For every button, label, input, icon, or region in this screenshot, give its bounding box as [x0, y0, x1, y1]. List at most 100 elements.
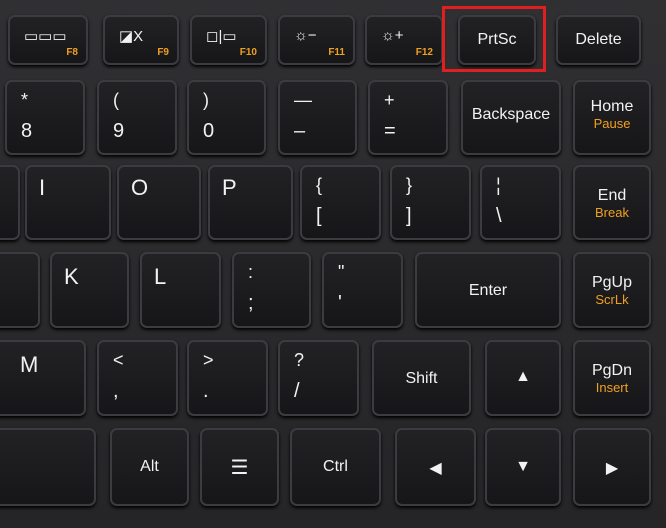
key-label: \: [496, 205, 502, 227]
key-left-bracket[interactable]: {[: [300, 165, 381, 240]
key-label: =: [384, 120, 396, 142]
arrow-left-icon: ◀: [429, 460, 442, 477]
fn-label: F8: [66, 47, 78, 58]
key-pgdn[interactable]: PgDn Insert: [573, 340, 651, 416]
key-label: Delete: [575, 31, 622, 48]
key-shift-label: ?: [294, 350, 305, 370]
key-label: Enter: [468, 282, 508, 299]
key-f11[interactable]: ☼− F11: [278, 15, 355, 65]
arrow-down-icon: ▼: [515, 458, 531, 475]
key-slash[interactable]: ? /: [278, 340, 359, 416]
key-partial[interactable]: [0, 252, 40, 328]
display-mode-icon: ▭▭▭: [24, 28, 67, 45]
key-ctrl[interactable]: Ctrl: [290, 428, 381, 506]
key-k[interactable]: K: [50, 252, 129, 328]
key-label: –: [294, 120, 306, 142]
key-end[interactable]: End Break: [573, 165, 651, 240]
fn-label: F12: [415, 47, 433, 58]
key-alt[interactable]: Alt: [110, 428, 189, 506]
key-label: 8: [21, 120, 33, 142]
key-o[interactable]: O: [117, 165, 201, 240]
key-delete[interactable]: Delete: [556, 15, 641, 65]
keyboard: ▭▭▭ F8 ◪X F9 ◻|▭ F10 ☼− F11 ☼+ F12 PrtSc Dele…: [0, 0, 666, 528]
key-l[interactable]: L: [140, 252, 221, 328]
key-0[interactable]: ) 0: [187, 80, 266, 155]
key-label: End: [597, 187, 627, 204]
key-shift-label: }: [406, 175, 413, 195]
key-enter[interactable]: Enter: [415, 252, 561, 328]
key-label: I: [39, 175, 46, 200]
key-home[interactable]: Home Pause: [573, 80, 651, 155]
key-label: ]: [406, 205, 412, 227]
key-equals[interactable]: + =: [368, 80, 448, 155]
menu-icon: ☰: [230, 457, 249, 479]
key-label: PgDn: [591, 362, 633, 379]
key-arrow-down[interactable]: ▼: [485, 428, 561, 506]
key-fn-label: Break: [595, 205, 629, 220]
key-minus[interactable]: — –: [278, 80, 357, 155]
key-arrow-right[interactable]: ▶: [573, 428, 651, 506]
key-f9[interactable]: ◪X F9: [103, 15, 179, 65]
key-fn-label: ScrLk: [595, 292, 629, 307]
key-shift[interactable]: Shift: [372, 340, 471, 416]
key-label: .: [203, 380, 209, 402]
key-backslash[interactable]: ¦ \: [480, 165, 561, 240]
key-fn-label: Insert: [595, 380, 629, 395]
key-m[interactable]: M: [0, 340, 86, 416]
fn-label: F10: [239, 47, 257, 58]
arrow-up-icon: ▲: [515, 368, 531, 385]
key-right-bracket[interactable]: }]: [390, 165, 471, 240]
key-label: M: [20, 352, 39, 377]
key-arrow-up[interactable]: ▲: [485, 340, 561, 416]
key-label: ': [338, 292, 342, 314]
projector-icon: ◻|▭: [206, 28, 237, 45]
key-semicolon[interactable]: :;: [232, 252, 311, 328]
key-label: Backspace: [471, 106, 551, 123]
key-8[interactable]: * 8: [5, 80, 85, 155]
key-shift-label: :: [248, 262, 254, 282]
key-f12[interactable]: ☼+ F12: [365, 15, 443, 65]
key-label: PgUp: [591, 274, 633, 291]
key-partial[interactable]: [0, 165, 20, 240]
arrow-right-icon: ▶: [605, 460, 619, 477]
key-i[interactable]: I: [25, 165, 111, 240]
key-shift-label: ¦: [496, 175, 501, 195]
key-label: [: [316, 205, 322, 227]
key-9[interactable]: (9: [97, 80, 177, 155]
key-arrow-left[interactable]: ◀: [395, 428, 476, 506]
key-backspace[interactable]: Backspace: [461, 80, 561, 155]
key-fn-label: Pause: [593, 116, 631, 131]
fn-label: F9: [157, 47, 169, 58]
touchpad-off-icon: ◪X: [119, 28, 144, 45]
key-pgup[interactable]: PgUp ScrLk: [573, 252, 651, 328]
key-label: Home: [590, 98, 634, 115]
key-shift-label: ): [203, 90, 209, 110]
key-comma[interactable]: <,: [97, 340, 178, 416]
key-shift-label: +: [384, 90, 395, 110]
key-f10[interactable]: ◻|▭ F10: [190, 15, 267, 65]
key-label: 9: [113, 120, 125, 142]
key-label: Alt: [140, 458, 159, 475]
key-partial[interactable]: [0, 428, 96, 506]
key-label: Shift: [405, 370, 438, 387]
key-shift-label: >: [203, 350, 214, 370]
key-p[interactable]: P: [208, 165, 293, 240]
fn-label: F11: [328, 47, 345, 58]
key-label: O: [131, 175, 149, 200]
brightness-down-icon: ☼−: [294, 27, 317, 44]
highlight-box: [442, 6, 546, 72]
key-shift-label: (: [113, 90, 119, 110]
key-period[interactable]: >.: [187, 340, 268, 416]
key-shift-label: —: [294, 90, 312, 110]
key-label: ,: [113, 380, 119, 402]
key-label: 0: [203, 120, 215, 142]
key-shift-label: {: [316, 175, 323, 195]
key-label: ;: [248, 292, 254, 314]
brightness-up-icon: ☼+: [381, 27, 404, 44]
key-menu[interactable]: ☰: [200, 428, 279, 506]
key-label: L: [154, 264, 167, 289]
key-quote[interactable]: " ': [322, 252, 403, 328]
key-label: Ctrl: [323, 458, 348, 475]
key-f8[interactable]: ▭▭▭ F8: [8, 15, 88, 65]
key-label: P: [222, 175, 237, 200]
